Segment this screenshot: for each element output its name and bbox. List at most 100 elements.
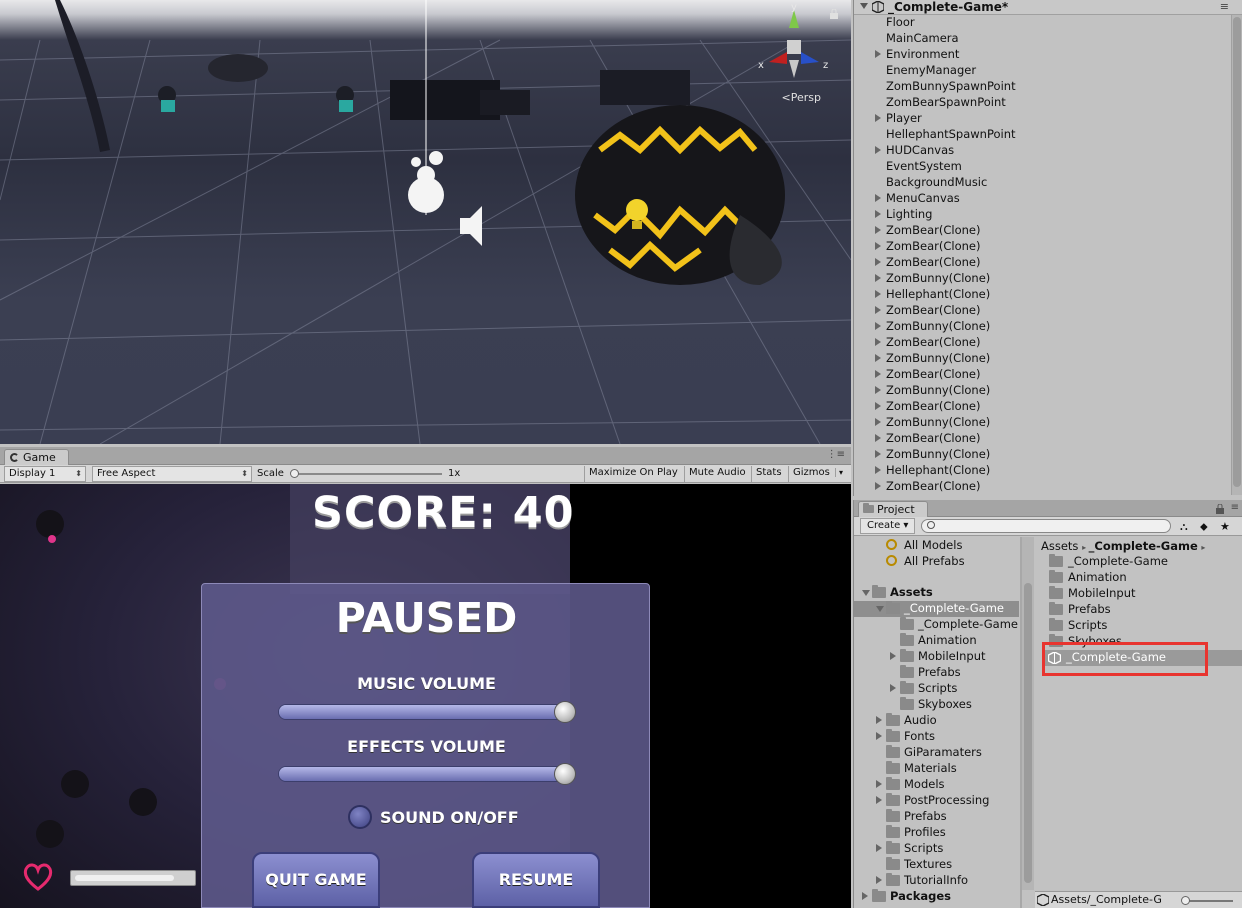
hierarchy-item[interactable]: ZomBunny(Clone) <box>854 271 1229 287</box>
expand-arrow-icon[interactable] <box>875 274 881 282</box>
expand-arrow-icon[interactable] <box>876 732 882 740</box>
asset-folder-item[interactable]: _Complete-Game <box>854 601 1019 617</box>
aspect-dropdown[interactable]: Free Aspect ⬍ <box>92 466 252 482</box>
sound-toggle[interactable] <box>348 805 372 829</box>
breadcrumb-root[interactable]: Assets <box>1041 539 1078 553</box>
hierarchy-scrollbar[interactable] <box>1231 15 1242 495</box>
expand-arrow-icon[interactable] <box>890 652 896 660</box>
quit-game-button[interactable]: QUIT GAME <box>252 852 380 908</box>
tab-project[interactable]: Project <box>858 501 928 517</box>
hierarchy-item[interactable]: EventSystem <box>854 159 1229 175</box>
asset-folder-item[interactable]: _Complete-Game <box>854 617 1019 633</box>
hierarchy-item[interactable]: EnemyManager <box>854 63 1229 79</box>
effects-volume-slider[interactable] <box>278 766 574 782</box>
expand-arrow-icon[interactable] <box>875 210 881 218</box>
expand-arrow-icon[interactable] <box>876 876 882 884</box>
expand-arrow-icon[interactable] <box>875 370 881 378</box>
scene-lock-icon[interactable] <box>829 9 839 19</box>
expand-arrow-icon[interactable] <box>875 354 881 362</box>
hierarchy-item[interactable]: ZomBunny(Clone) <box>854 351 1229 367</box>
tab-game[interactable]: Game <box>4 449 69 465</box>
hierarchy-scrollbar-thumb[interactable] <box>1233 17 1241 487</box>
expand-arrow-icon[interactable] <box>875 386 881 394</box>
asset-list-item[interactable]: Animation <box>1049 570 1229 586</box>
asset-list-item[interactable]: _Complete-Game <box>1049 554 1229 570</box>
hierarchy-item[interactable]: Hellephant(Clone) <box>854 463 1229 479</box>
asset-folder-item[interactable]: Packages <box>854 889 1019 905</box>
hierarchy-item[interactable]: Hellephant(Clone) <box>854 287 1229 303</box>
mute-audio-button[interactable]: Mute Audio <box>684 466 750 482</box>
expand-arrow-icon[interactable] <box>875 50 881 58</box>
asset-folder-item[interactable]: Animation <box>854 633 1019 649</box>
project-lock-icon[interactable] <box>1215 504 1225 514</box>
hierarchy-item[interactable]: ZomBear(Clone) <box>854 479 1229 495</box>
projection-label[interactable]: <Persp <box>782 91 821 104</box>
create-button[interactable]: Create ▾ <box>860 518 916 534</box>
asset-folder-item[interactable]: Scripts <box>854 841 1019 857</box>
expand-arrow-icon[interactable] <box>876 796 882 804</box>
icon-size-slider-thumb[interactable] <box>1181 896 1190 905</box>
expand-arrow-icon[interactable] <box>875 434 881 442</box>
game-view[interactable]: SCORE: 40 PAUSED MUSIC VOLUME EFFECTS VO… <box>0 484 851 908</box>
expand-arrow-icon[interactable] <box>890 684 896 692</box>
resume-button[interactable]: RESUME <box>472 852 600 908</box>
asset-folder-item[interactable]: Prefabs <box>854 809 1019 825</box>
maximize-on-play-button[interactable]: Maximize On Play <box>584 466 682 482</box>
gizmos-dropdown-arrow-icon[interactable]: ▾ <box>835 468 843 477</box>
asset-folder-item[interactable]: PostProcessing <box>854 793 1019 809</box>
asset-list-item[interactable]: MobileInput <box>1049 586 1229 602</box>
folder-tree-scrollbar-thumb[interactable] <box>1024 583 1032 883</box>
expand-arrow-icon[interactable] <box>875 322 881 330</box>
expand-arrow-icon[interactable] <box>875 194 881 202</box>
favorite-star-icon[interactable]: ★ <box>1220 520 1232 533</box>
music-volume-slider[interactable] <box>278 704 574 720</box>
hierarchy-item[interactable]: ZomBearSpawnPoint <box>854 95 1229 111</box>
expand-arrow-icon[interactable] <box>875 290 881 298</box>
asset-folder-item[interactable]: TutorialInfo <box>854 873 1019 889</box>
music-volume-handle[interactable] <box>554 701 576 723</box>
folder-tree-scrollbar[interactable] <box>1022 537 1034 890</box>
hierarchy-item[interactable]: MainCamera <box>854 31 1229 47</box>
expand-arrow-icon[interactable] <box>875 114 881 122</box>
breadcrumb-current[interactable]: _Complete-Game <box>1089 539 1198 553</box>
hierarchy-item[interactable]: BackgroundMusic <box>854 175 1229 191</box>
expand-arrow-icon[interactable] <box>862 892 868 900</box>
hierarchy-item[interactable]: ZomBear(Clone) <box>854 399 1229 415</box>
gizmos-button[interactable]: Gizmos <box>788 466 834 482</box>
expand-arrow-icon[interactable] <box>875 482 881 490</box>
hierarchy-item[interactable]: ZomBear(Clone) <box>854 367 1229 383</box>
scale-slider-thumb[interactable] <box>290 469 299 478</box>
stats-button[interactable]: Stats <box>751 466 786 482</box>
scale-slider-track[interactable] <box>292 473 442 475</box>
hierarchy-item[interactable]: ZomBunny(Clone) <box>854 447 1229 463</box>
expand-arrow-icon[interactable] <box>875 402 881 410</box>
expand-arrow-icon[interactable] <box>875 258 881 266</box>
hierarchy-item[interactable]: ZomBear(Clone) <box>854 303 1229 319</box>
collapse-arrow-icon[interactable] <box>862 590 870 596</box>
expand-arrow-icon[interactable] <box>875 338 881 346</box>
asset-folder-item[interactable]: Assets <box>854 585 1019 601</box>
hierarchy-menu-icon[interactable]: ≡ <box>1220 0 1229 13</box>
tab-menu-icon[interactable]: ⋮≡ <box>827 449 845 460</box>
collapse-arrow-icon[interactable] <box>876 606 884 612</box>
hierarchy-item[interactable]: HUDCanvas <box>854 143 1229 159</box>
expand-arrow-icon[interactable] <box>876 716 882 724</box>
asset-folder-item[interactable]: MobileInput <box>854 649 1019 665</box>
expand-arrow-icon[interactable] <box>875 146 881 154</box>
hierarchy-item[interactable]: ZomBear(Clone) <box>854 239 1229 255</box>
asset-folder-item[interactable]: Audio <box>854 713 1019 729</box>
expand-arrow-icon[interactable] <box>875 242 881 250</box>
hierarchy-item[interactable]: ZomBear(Clone) <box>854 335 1229 351</box>
hierarchy-item[interactable]: ZomBunny(Clone) <box>854 415 1229 431</box>
expand-arrow-icon[interactable] <box>876 844 882 852</box>
expand-arrow-icon[interactable] <box>875 226 881 234</box>
hierarchy-item[interactable]: Floor <box>854 15 1229 31</box>
expand-arrow-icon[interactable] <box>875 306 881 314</box>
project-menu-icon[interactable]: ≡ <box>1231 502 1239 513</box>
scene-collapse-icon[interactable] <box>860 3 868 9</box>
asset-folder-item[interactable]: Materials <box>854 761 1019 777</box>
expand-arrow-icon[interactable] <box>875 418 881 426</box>
asset-folder-item[interactable]: GiParamaters <box>854 745 1019 761</box>
expand-arrow-icon[interactable] <box>875 466 881 474</box>
asset-folder-item[interactable]: Prefabs <box>854 665 1019 681</box>
